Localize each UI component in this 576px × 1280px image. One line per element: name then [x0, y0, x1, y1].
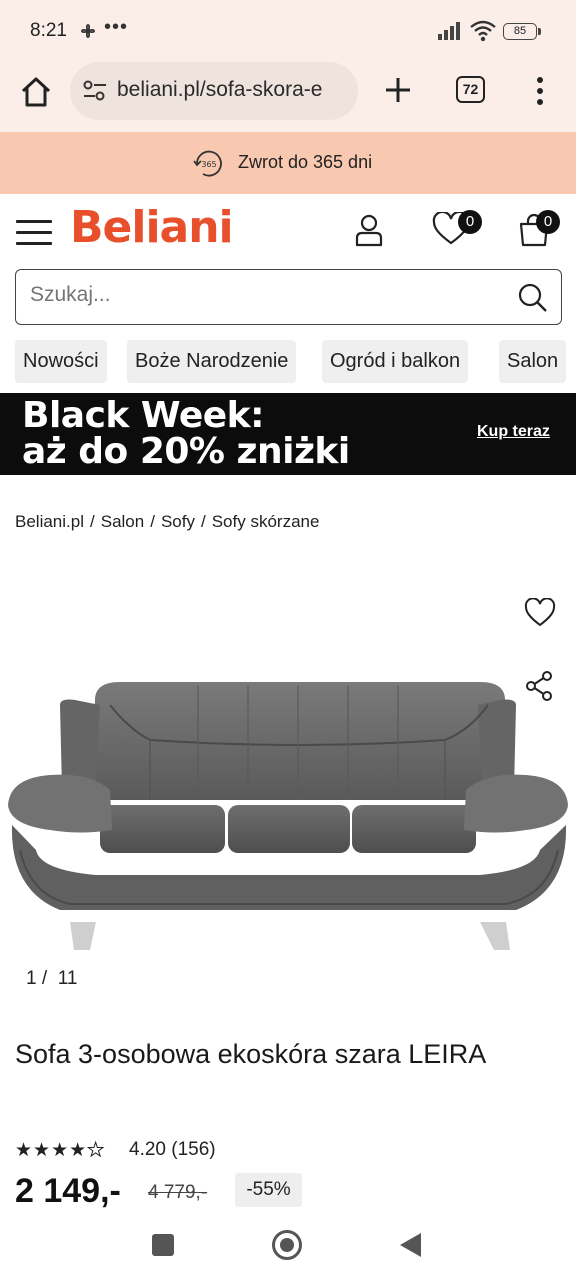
- signal-icon: [438, 22, 460, 40]
- returns-promo-banner[interactable]: 365 Zwrot do 365 dni: [0, 132, 576, 194]
- rating-stars-icon: ★★★★★: [15, 1140, 106, 1162]
- user-account-icon[interactable]: [352, 212, 386, 248]
- battery-icon: 85: [503, 23, 541, 40]
- product-title: Sofa 3-osobowa ekoskóra szara LEIRA: [15, 1039, 487, 1069]
- banner-subheadline: aż do 20% zniżki: [22, 431, 350, 472]
- home-icon[interactable]: [18, 74, 54, 110]
- gallery-total: 11: [57, 968, 78, 989]
- banner-headline: Black Week:: [22, 395, 264, 436]
- breadcrumb: Beliani.pl / Salon / Sofy / Sofy skórzane: [15, 512, 320, 531]
- old-price: 4 779,-: [148, 1182, 208, 1203]
- home-nav-icon[interactable]: [272, 1230, 302, 1260]
- category-chip-boze-narodzenie[interactable]: Boże Narodzenie: [127, 340, 297, 383]
- recent-apps-icon[interactable]: [152, 1234, 174, 1256]
- category-chip-salon[interactable]: Salon: [499, 340, 567, 383]
- banner-cta-link[interactable]: Kup teraz: [477, 423, 550, 441]
- hamburger-menu-icon[interactable]: [16, 220, 52, 246]
- rating-summary: 4.20 (156): [129, 1139, 216, 1161]
- current-price: 2 149,-: [15, 1172, 121, 1210]
- category-chip-nowosci[interactable]: Nowości: [15, 340, 107, 383]
- cart-count-badge: 0: [536, 210, 560, 234]
- tab-switcher-button[interactable]: 72: [456, 76, 485, 103]
- back-icon[interactable]: [400, 1233, 421, 1257]
- rating-value: 4.20: [129, 1139, 166, 1160]
- more-menu-icon[interactable]: [530, 74, 550, 108]
- breadcrumb-item[interactable]: Sofy skórzane: [212, 512, 320, 531]
- wishlist-count-badge: 0: [458, 210, 482, 234]
- system-navigation-bar: [0, 1212, 576, 1280]
- url-text[interactable]: beliani.pl/sofa-skora-e: [117, 78, 322, 102]
- review-count: (156): [171, 1139, 216, 1160]
- promo-text: Zwrot do 365 dni: [238, 152, 373, 172]
- discount-badge: -55%: [235, 1173, 302, 1207]
- more-notifications-icon: •••: [104, 16, 129, 38]
- wifi-icon: [470, 20, 496, 42]
- gallery-current: 1: [26, 968, 37, 989]
- site-header: Beliani 0 0: [0, 194, 576, 266]
- search-box[interactable]: [15, 269, 562, 325]
- category-chip-ogrod[interactable]: Ogród i balkon: [322, 340, 469, 383]
- gallery-counter: 1 / 11: [26, 968, 78, 989]
- status-bar: 8:21 ••• 85: [0, 0, 576, 62]
- browser-toolbar: beliani.pl/sofa-skora-e 72: [0, 62, 576, 132]
- breadcrumb-item[interactable]: Sofy: [161, 512, 195, 531]
- category-chips: Nowości Boże Narodzenie Ogród i balkon S…: [0, 340, 576, 383]
- breadcrumb-item[interactable]: Salon: [101, 512, 144, 531]
- add-to-wishlist-icon[interactable]: [524, 598, 556, 628]
- svg-text:365: 365: [201, 160, 216, 169]
- address-bar[interactable]: beliani.pl/sofa-skora-e: [70, 62, 358, 120]
- breadcrumb-item[interactable]: Beliani.pl: [15, 512, 84, 531]
- search-icon[interactable]: [517, 282, 549, 314]
- status-time: 8:21: [30, 20, 67, 41]
- beliani-logo[interactable]: Beliani: [70, 202, 234, 253]
- search-input[interactable]: [30, 283, 500, 307]
- new-tab-icon[interactable]: [382, 74, 414, 106]
- product-image[interactable]: [0, 660, 576, 960]
- fan-icon: [81, 24, 95, 38]
- site-settings-icon[interactable]: [82, 79, 108, 103]
- black-week-banner[interactable]: Black Week: aż do 20% zniżki Kup teraz: [0, 393, 576, 475]
- return-365-icon: 365: [193, 150, 222, 177]
